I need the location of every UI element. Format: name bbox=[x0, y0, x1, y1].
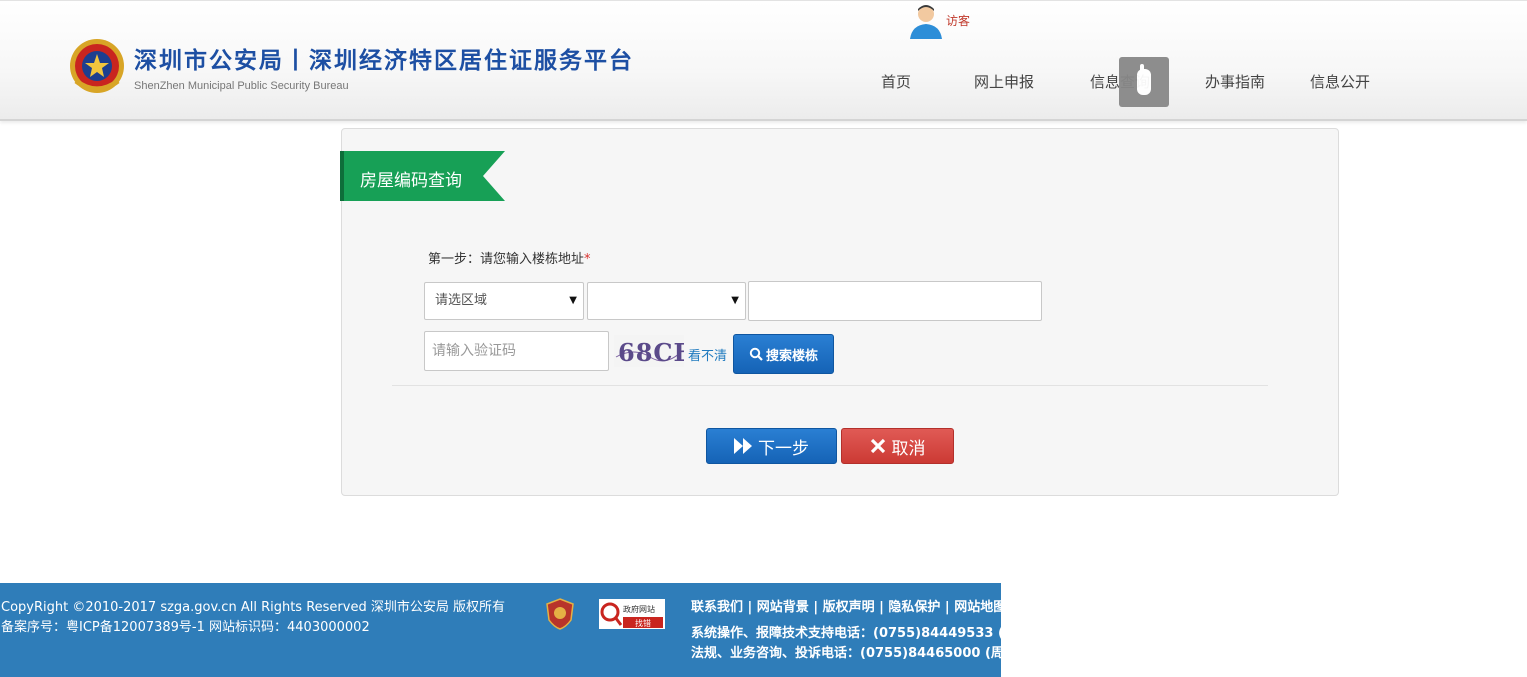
site-header: 深圳市公安局丨深圳经济特区居住证服务平台 ShenZhen Municipal … bbox=[0, 0, 1527, 121]
brand-title: 深圳市公安局丨深圳经济特区居住证服务平台 bbox=[134, 47, 634, 74]
street-select[interactable]: ▼ bbox=[587, 282, 746, 320]
footer-consult-phone: 法规、业务咨询、投诉电话：(0755)84465000 (周 bbox=[691, 646, 1001, 661]
house-code-query-panel: 房屋编码查询 第一步：请您输入楼栋地址* 请选区域 ▼ ▼ 请输入验证码 68C… bbox=[340, 128, 1339, 496]
search-icon bbox=[749, 347, 763, 361]
dropdown-arrow-icon: ▼ bbox=[569, 295, 577, 306]
brand-subtitle: ShenZhen Municipal Public Security Burea… bbox=[134, 80, 349, 92]
police-badge-icon[interactable] bbox=[546, 598, 574, 630]
required-mark: * bbox=[584, 252, 591, 267]
footer-support-phone: 系统操作、报障技术支持电话：(0755)84449533 ( bbox=[691, 626, 1001, 641]
svg-text:政府网站: 政府网站 bbox=[623, 604, 655, 614]
hand-cursor-icon bbox=[1137, 64, 1151, 95]
footer-links[interactable]: 联系我们 | 网站背景 | 版权声明 | 隐私保护 | 网站地图 bbox=[691, 596, 1001, 615]
user-name[interactable]: 访客 bbox=[946, 12, 970, 29]
next-step-button[interactable]: 下一步 bbox=[706, 428, 837, 464]
panel-title: 房屋编码查询 bbox=[360, 171, 462, 191]
form-divider bbox=[392, 385, 1268, 386]
captcha-refresh-link[interactable]: 看不清 bbox=[688, 345, 727, 364]
nav-guide[interactable]: 办事指南 bbox=[1205, 71, 1265, 92]
district-select[interactable]: 请选区域 ▼ bbox=[424, 282, 584, 320]
site-footer: CopyRight ©2010-2017 szga.gov.cn All Rig… bbox=[0, 583, 1001, 677]
footer-icp: 备案序号：粤ICP备12007389号-1 网站标识码：4403000002 bbox=[1, 620, 370, 635]
cancel-button[interactable]: 取消 bbox=[841, 428, 954, 464]
gov-site-error-badge[interactable]: 政府网站 找错 bbox=[599, 599, 665, 629]
captcha-input[interactable]: 请输入验证码 bbox=[424, 331, 609, 371]
captcha-text: 68CE bbox=[618, 338, 684, 367]
fast-forward-icon bbox=[734, 438, 752, 454]
footer-copyright: CopyRight ©2010-2017 szga.gov.cn All Rig… bbox=[1, 600, 505, 615]
close-icon bbox=[870, 438, 885, 454]
police-emblem-icon bbox=[70, 39, 124, 93]
nav-home[interactable]: 首页 bbox=[881, 71, 911, 92]
nav-online-apply[interactable]: 网上申报 bbox=[974, 71, 1034, 92]
svg-text:找错: 找错 bbox=[635, 618, 651, 628]
step-one-label: 第一步：请您输入楼栋地址* bbox=[428, 252, 591, 267]
user-avatar-icon[interactable] bbox=[907, 3, 945, 39]
dropdown-arrow-icon: ▼ bbox=[731, 295, 739, 306]
address-input[interactable] bbox=[748, 281, 1042, 321]
captcha-image[interactable]: 68CE bbox=[614, 335, 684, 367]
cursor-overlay bbox=[1119, 57, 1169, 107]
search-building-button[interactable]: 搜索楼栋 bbox=[733, 334, 834, 374]
nav-info-public[interactable]: 信息公开 bbox=[1310, 71, 1370, 92]
gov-badge-icon: 政府网站 找错 bbox=[599, 599, 665, 629]
